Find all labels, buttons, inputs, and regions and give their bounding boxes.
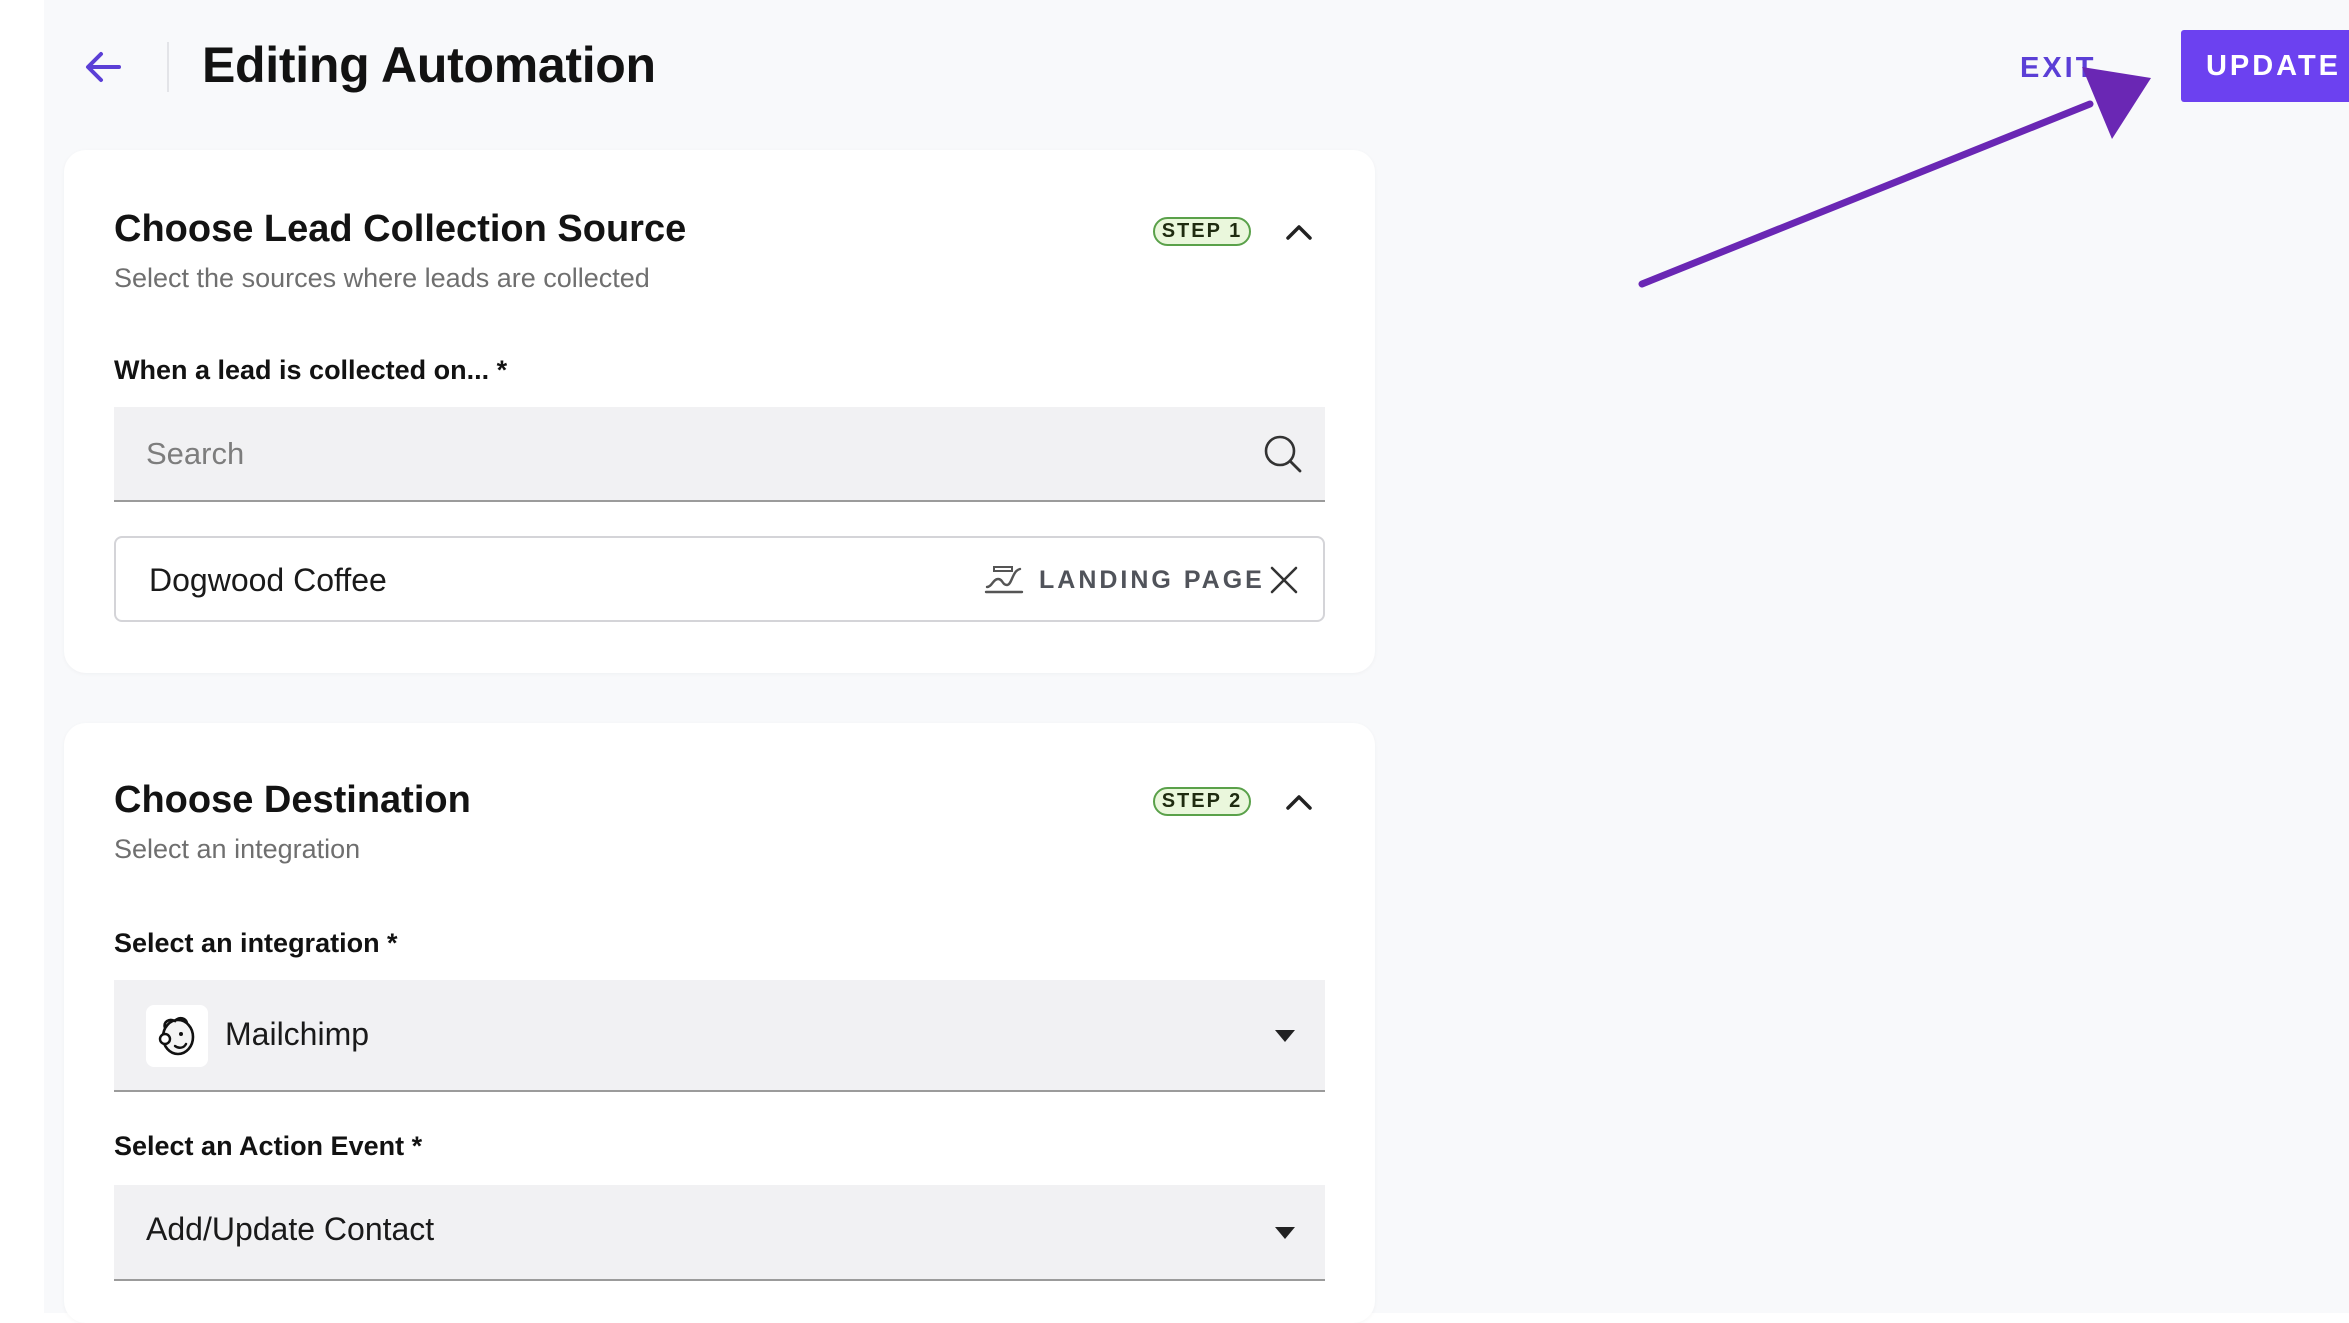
page-title: Editing Automation — [202, 37, 656, 93]
step-badge: STEP 2 — [1153, 787, 1251, 816]
card-subtitle: Select the sources where leads are colle… — [114, 263, 650, 293]
caret-down-icon[interactable] — [1275, 1030, 1295, 1042]
close-icon[interactable] — [1266, 562, 1302, 598]
chevron-up-icon[interactable] — [1279, 782, 1319, 822]
mailchimp-logo-icon — [146, 1005, 208, 1067]
page-header: Editing Automation EXIT UPDATE — [44, 0, 2349, 135]
lead-source-card: Choose Lead Collection Source Select the… — [64, 150, 1375, 673]
search-icon[interactable] — [1263, 434, 1303, 474]
action-event-value: Add/Update Contact — [146, 1211, 435, 1247]
card-title: Choose Lead Collection Source — [114, 208, 687, 250]
landing-page-icon — [984, 566, 1024, 594]
back-arrow-icon[interactable] — [78, 42, 128, 92]
card-title: Choose Destination — [114, 779, 471, 821]
integration-value: Mailchimp — [225, 1016, 370, 1052]
card-subtitle: Select an integration — [114, 834, 361, 864]
automation-editor-page: Editing Automation EXIT UPDATE Choose Le… — [44, 0, 2349, 1323]
step-badge: STEP 1 — [1153, 217, 1251, 246]
source-search-field[interactable] — [114, 407, 1325, 502]
field-label: When a lead is collected on... * — [114, 355, 508, 385]
action-event-label: Select an Action Event * — [114, 1131, 423, 1161]
source-name: Dogwood Coffee — [149, 562, 387, 598]
update-button[interactable]: UPDATE — [2181, 30, 2349, 102]
integration-select[interactable]: Mailchimp — [114, 980, 1325, 1092]
action-event-select[interactable]: Add/Update Contact — [114, 1185, 1325, 1281]
exit-button[interactable]: EXIT — [2014, 48, 2102, 88]
integration-label: Select an integration * — [114, 928, 398, 958]
chevron-up-icon[interactable] — [1279, 212, 1319, 252]
caret-down-icon[interactable] — [1275, 1227, 1295, 1239]
source-type-label: LANDING PAGE — [1039, 566, 1265, 594]
selected-source-item: Dogwood Coffee LANDING PAGE — [114, 536, 1325, 622]
header-divider — [167, 42, 169, 92]
search-input[interactable] — [144, 407, 1228, 501]
destination-card: Choose Destination Select an integration… — [64, 723, 1375, 1323]
